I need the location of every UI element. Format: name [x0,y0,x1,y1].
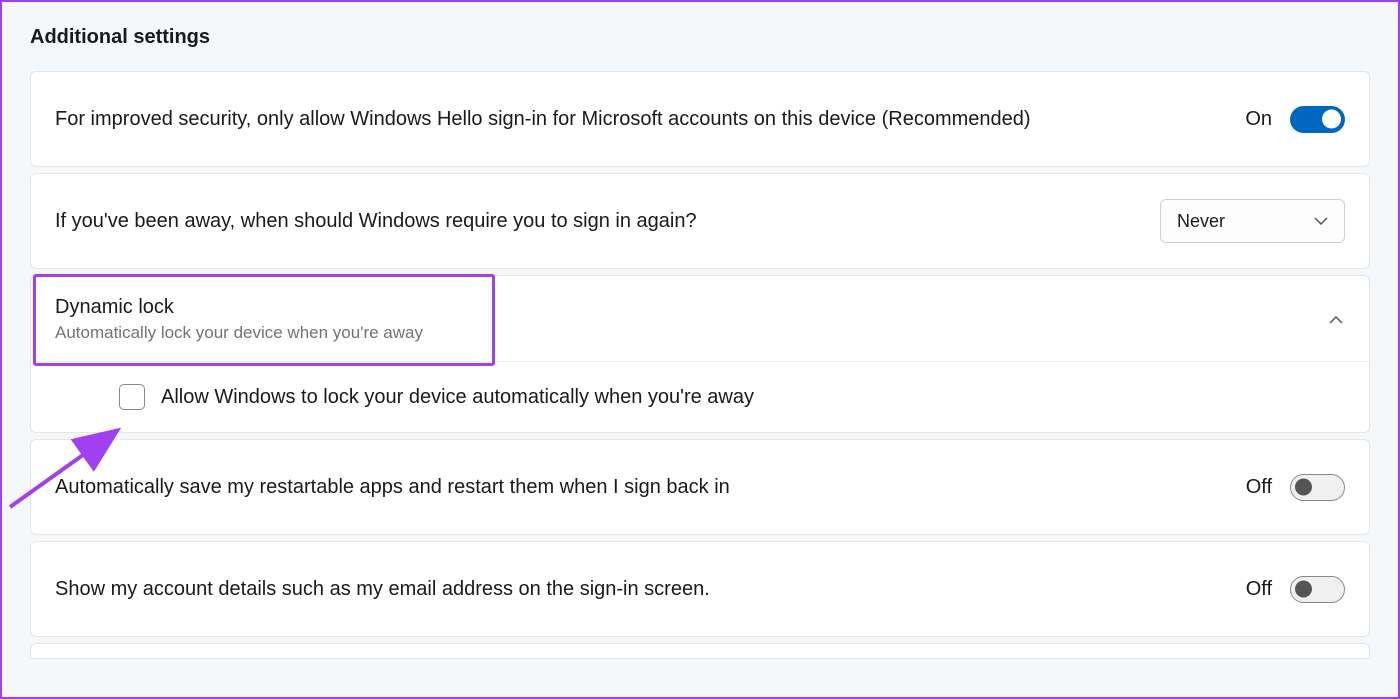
restartable-apps-state: Off [1246,476,1272,499]
dynamic-lock-card: Dynamic lock Automatically lock your dev… [30,275,1370,433]
show-account-details-label: Show my account details such as my email… [55,578,710,601]
dynamic-lock-header[interactable]: Dynamic lock Automatically lock your dev… [31,276,1369,362]
dynamic-lock-title: Dynamic lock [55,296,423,319]
dynamic-lock-checkbox[interactable] [119,384,145,410]
chevron-up-icon [1327,311,1345,329]
require-signin-row: If you've been away, when should Windows… [30,173,1370,269]
restartable-apps-toggle[interactable] [1290,474,1345,501]
show-account-details-toggle[interactable] [1290,576,1345,603]
dynamic-lock-subtitle: Automatically lock your device when you'… [55,323,423,343]
restartable-apps-row: Automatically save my restartable apps a… [30,439,1370,535]
section-title: Additional settings [30,26,1370,49]
show-account-details-state: Off [1246,578,1272,601]
require-signin-value: Never [1177,211,1225,232]
windows-hello-toggle[interactable] [1290,106,1345,133]
chevron-down-icon [1314,214,1328,228]
windows-hello-signin-row: For improved security, only allow Window… [30,71,1370,167]
dynamic-lock-body: Allow Windows to lock your device automa… [31,362,1369,432]
annotation-highlight-box [33,274,495,366]
windows-hello-state: On [1245,108,1272,131]
require-signin-select[interactable]: Never [1160,199,1345,243]
next-card-partial [30,643,1370,659]
restartable-apps-label: Automatically save my restartable apps a… [55,476,730,499]
windows-hello-label: For improved security, only allow Window… [55,108,1031,131]
show-account-details-row: Show my account details such as my email… [30,541,1370,637]
dynamic-lock-checkbox-label: Allow Windows to lock your device automa… [161,386,754,409]
require-signin-label: If you've been away, when should Windows… [55,210,697,233]
